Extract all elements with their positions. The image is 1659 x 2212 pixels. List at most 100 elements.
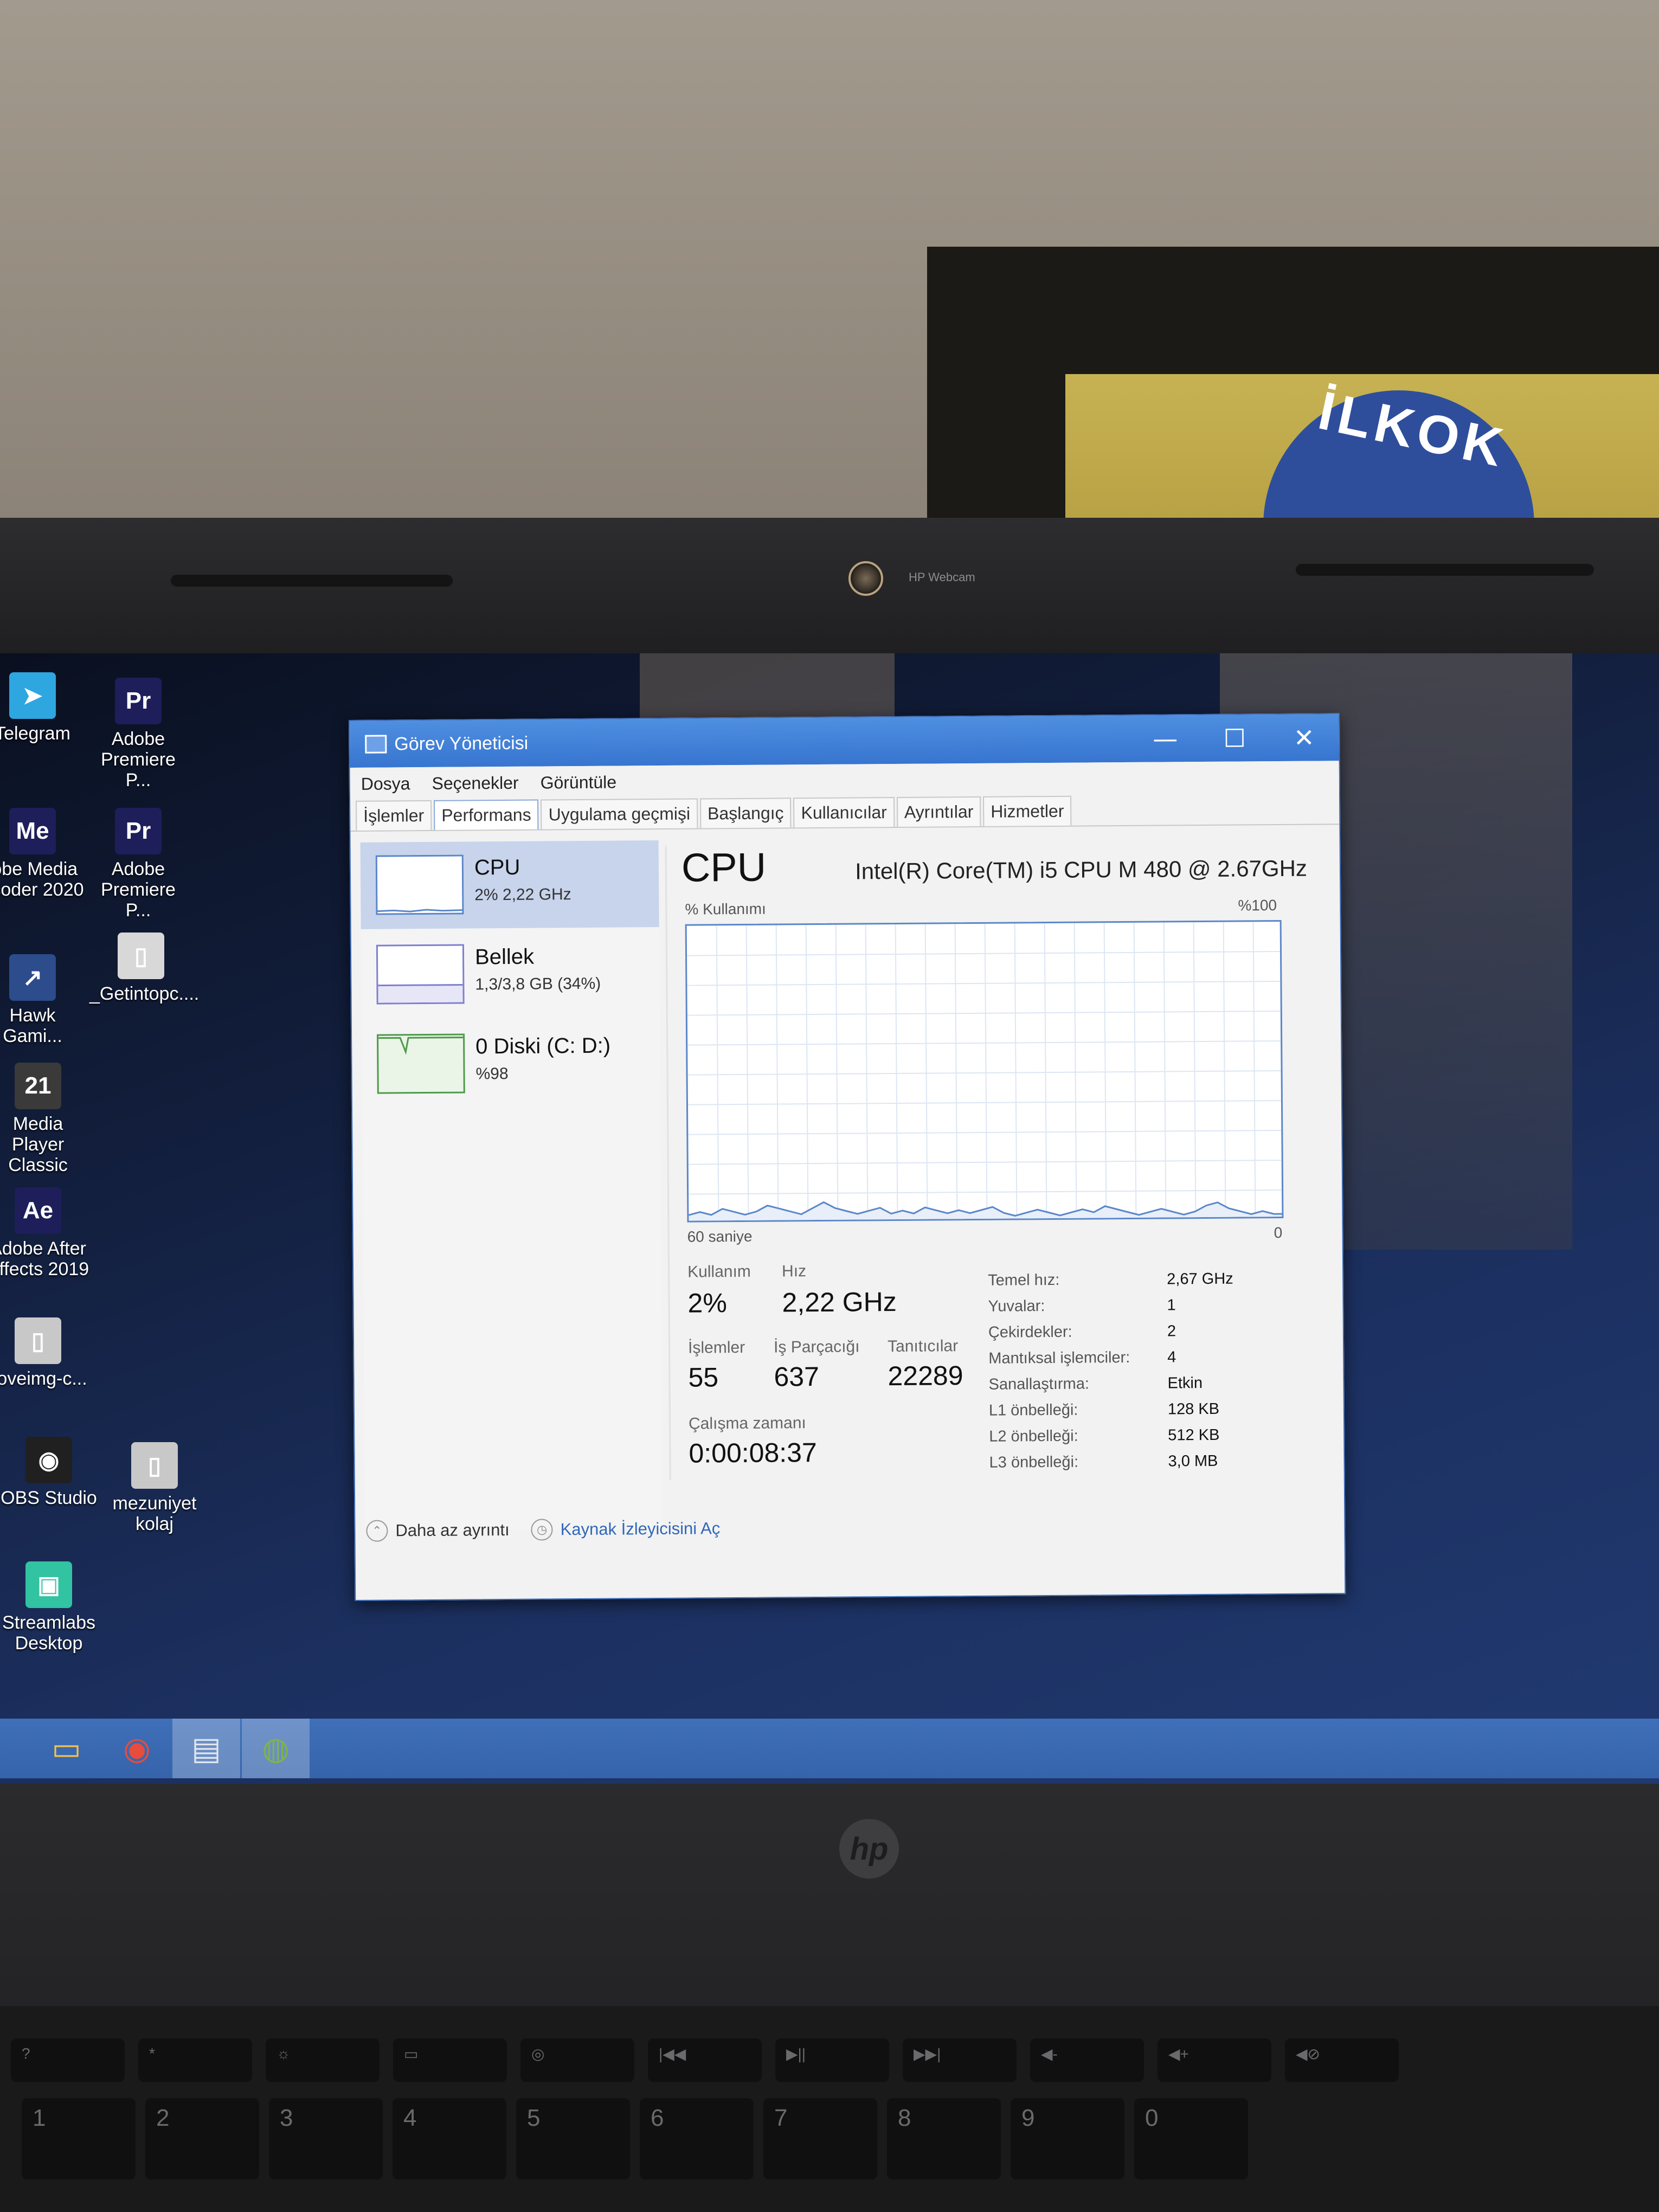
- desktop-shortcut[interactable]: 21 Media Player Classic: [0, 1063, 89, 1175]
- desktop-shortcut[interactable]: ▯ iloveimg-c...: [0, 1317, 89, 1389]
- graph-label-right: %100: [1238, 897, 1277, 914]
- menu-view[interactable]: Görüntüle: [540, 772, 616, 793]
- function-key: ?: [11, 2039, 125, 2082]
- open-resource-monitor-link[interactable]: Kaynak İzleyicisini Aç: [561, 1519, 721, 1539]
- taskbar-task-manager-button[interactable]: ▤: [172, 1719, 240, 1778]
- file-explorer-icon: ▭: [52, 1730, 81, 1767]
- desktop-shortcut-label: _Getintopc....: [89, 983, 200, 1004]
- desktop-shortcut[interactable]: ◉ OBS Studio: [0, 1437, 100, 1508]
- desktop-shortcut[interactable]: ▯ mezuniyet kolaj: [103, 1442, 206, 1534]
- sidebar-value: 1,3/3,8 GB (34%): [475, 974, 601, 994]
- desktop-shortcut-label: Adobe Premiere P...: [101, 729, 176, 790]
- chrome-icon: ◉: [123, 1730, 151, 1767]
- disk-mini-graph: [377, 1033, 465, 1094]
- tab-processes[interactable]: İşlemler: [356, 800, 432, 831]
- number-key: 6: [640, 2098, 754, 2179]
- title-bar[interactable]: Görev Yöneticisi — ☐ ✕: [350, 714, 1339, 768]
- sidebar-label: CPU: [474, 855, 520, 880]
- spec-label: Mantıksal işlemciler:: [988, 1348, 1130, 1367]
- graph-time-label: 60 saniye: [687, 1227, 753, 1245]
- task-manager-icon: [365, 735, 387, 754]
- cpu-heading: CPU: [681, 844, 767, 890]
- menu-options[interactable]: Seçenekler: [432, 773, 518, 793]
- speed-value: 2,22 GHz: [782, 1286, 897, 1318]
- tab-details[interactable]: Ayrıntılar: [896, 796, 981, 827]
- desktop-shortcut-label: OBS Studio: [1, 1488, 97, 1508]
- cpu-model-name: Intel(R) Core(TM) i5 CPU M 480 @ 2.67GHz: [854, 855, 1308, 884]
- desktop-shortcut-label: Adobe AfterEffects 2019: [0, 1238, 89, 1279]
- sidebar-item-memory[interactable]: Bellek 1,3/3,8 GB (34%): [361, 930, 660, 1019]
- uptime-label: Çalışma zamanı: [688, 1414, 806, 1433]
- sidebar-item-cpu[interactable]: CPU 2% 2,22 GHz: [360, 840, 659, 929]
- uptime-value: 0:00:08:37: [689, 1437, 817, 1469]
- sidebar-label: Bellek: [474, 944, 535, 969]
- graph-gridline: [716, 925, 719, 1223]
- premiere-icon: Pr: [115, 808, 162, 854]
- function-key: ◀⊘: [1285, 2039, 1399, 2082]
- desktop-shortcut[interactable]: Me lobe Mediancoder 2020: [0, 808, 84, 900]
- spec-value: 512 KB: [1168, 1426, 1220, 1444]
- function-key: ◀-: [1030, 2039, 1144, 2082]
- desktop-shortcut[interactable]: ➤ Telegram: [0, 672, 84, 744]
- minimize-button[interactable]: —: [1130, 715, 1200, 762]
- taskbar-chrome-button[interactable]: ◉: [103, 1719, 171, 1778]
- sidebar-item-disk[interactable]: 0 Diski (C: D:) %98: [362, 1019, 660, 1108]
- usage-value: 2%: [687, 1288, 727, 1319]
- spec-value: 2: [1167, 1322, 1176, 1340]
- threads-value: 637: [774, 1361, 820, 1392]
- sidebar-value: 2% 2,22 GHz: [474, 885, 571, 904]
- desktop-shortcut-label: mezuniyet kolaj: [112, 1493, 197, 1534]
- performance-panel: CPU 2% 2,22 GHz Bellek 1,3/3,8 GB (34%) …: [350, 825, 1344, 1555]
- graph-zero-label: 0: [1274, 1224, 1283, 1242]
- cpu-mini-graph: [375, 854, 464, 915]
- tab-users[interactable]: Kullanıcılar: [793, 796, 895, 828]
- sidebar-value: %98: [475, 1064, 509, 1083]
- usage-label: Kullanım: [687, 1262, 751, 1281]
- media-encoder-icon: Me: [9, 808, 56, 854]
- task-manager-icon: ▤: [191, 1730, 221, 1767]
- chevron-up-icon[interactable]: ⌃: [366, 1520, 388, 1542]
- desktop-shortcut[interactable]: ▯ _Getintopc....: [89, 933, 200, 1004]
- tab-performance[interactable]: Performans: [434, 799, 539, 830]
- resource-sidebar: CPU 2% 2,22 GHz Bellek 1,3/3,8 GB (34%) …: [360, 840, 664, 1531]
- folder-icon: ▯: [131, 1442, 178, 1489]
- desktop-shortcut[interactable]: Pr Adobe Premiere P...: [87, 678, 190, 790]
- number-key: 3: [269, 2098, 383, 2179]
- tab-services[interactable]: Hizmetler: [983, 795, 1072, 826]
- obs-icon: ◉: [25, 1437, 72, 1483]
- number-key: 8: [887, 2098, 1001, 2179]
- spec-label: L2 önbelleği:: [989, 1427, 1078, 1445]
- function-key: ▶||: [775, 2039, 889, 2082]
- spec-label: L3 önbelleği:: [989, 1453, 1079, 1471]
- fewer-details-link[interactable]: Daha az ayrıntı: [395, 1520, 509, 1540]
- desktop-shortcut-label: lobe Mediancoder 2020: [0, 859, 84, 900]
- close-button[interactable]: ✕: [1269, 714, 1339, 761]
- tab-startup[interactable]: Başlangıç: [699, 798, 792, 828]
- threads-label: İş Parçacığı: [773, 1338, 860, 1356]
- desktop-shortcut-label: Telegram: [0, 723, 70, 744]
- function-key: *: [138, 2039, 252, 2082]
- menu-file[interactable]: Dosya: [361, 774, 410, 794]
- spec-value: Etkin: [1167, 1374, 1203, 1392]
- number-key: 9: [1011, 2098, 1124, 2179]
- desktop-shortcut[interactable]: ▣ Streamlabs Desktop: [0, 1561, 100, 1654]
- desktop-shortcut[interactable]: AeAdobe AfterEffects 2019: [0, 1187, 89, 1279]
- hawk-icon: ↗: [9, 954, 56, 1001]
- graph-label-left: % Kullanımı: [685, 900, 766, 918]
- number-key: 1: [22, 2098, 136, 2179]
- taskbar-file-explorer-button[interactable]: ▭: [33, 1719, 100, 1778]
- number-key: 4: [393, 2098, 506, 2179]
- maximize-button[interactable]: ☐: [1200, 715, 1270, 762]
- graph-gridline: [745, 925, 749, 1223]
- desktop-shortcut-label: Streamlabs Desktop: [2, 1612, 95, 1654]
- spec-label: Sanallaştırma:: [988, 1375, 1090, 1393]
- desktop-shortcut[interactable]: Pr Adobe Premiere P...: [87, 808, 190, 921]
- desktop-shortcut-label: iloveimg-c...: [0, 1368, 87, 1389]
- tab-app-history[interactable]: Uygulama geçmişi: [541, 798, 698, 829]
- desktop-shortcut[interactable]: ↗ Hawk Gami...: [0, 954, 84, 1046]
- spec-label: L1 önbelleği:: [988, 1401, 1078, 1419]
- taskbar-network-app-button[interactable]: ◍: [242, 1719, 310, 1778]
- spec-value: 1: [1167, 1296, 1176, 1314]
- handles-label: Tanıtıcılar: [887, 1337, 959, 1356]
- window-title: Görev Yöneticisi: [394, 732, 529, 754]
